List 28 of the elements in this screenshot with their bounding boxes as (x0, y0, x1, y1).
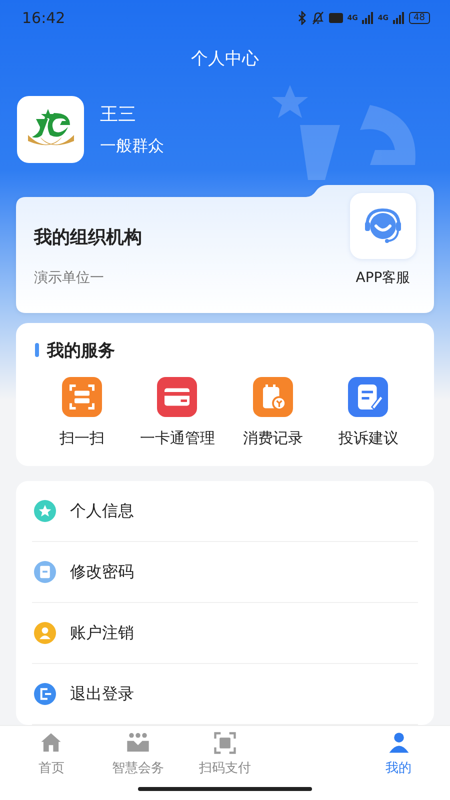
service-item[interactable]: 一卡通管理 (140, 376, 215, 448)
tab[interactable]: 我的 (355, 730, 442, 777)
user-role: 一般群众 (100, 136, 164, 157)
battery-indicator: 48 (408, 12, 430, 24)
bluetooth-icon (297, 11, 308, 26)
organization-name: 演示单位一 (34, 268, 105, 287)
service-item[interactable]: 投诉建议 (338, 376, 398, 448)
tab[interactable]: 智慧会务 (94, 730, 182, 777)
menu-item[interactable]: 个人信息 (32, 481, 418, 542)
bell-muted-icon (311, 11, 326, 26)
tab[interactable]: 扫码支付 (182, 730, 268, 777)
menu-item[interactable]: 修改密码 (32, 542, 418, 603)
tab[interactable]: 首页 (8, 730, 95, 777)
accent-bar (35, 343, 39, 358)
service-item[interactable]: 扫一扫 (59, 376, 104, 448)
app-logo (17, 96, 84, 163)
customer-service-label: APP客服 (356, 268, 410, 287)
signal-icon (392, 12, 405, 24)
user-name: 王三 (100, 102, 137, 127)
section-title: 我的服务 (47, 340, 115, 362)
signal-icon (362, 12, 374, 24)
status-time: 16:42 (22, 9, 66, 28)
service-item[interactable]: 消费记录 (242, 376, 303, 448)
page-title: 个人中心 (191, 48, 259, 70)
section-title: 我的组织机构 (34, 226, 142, 249)
customer-service-button[interactable] (350, 192, 416, 259)
menu-item[interactable]: 账户注销 (32, 603, 418, 664)
scan-icon (212, 730, 238, 756)
